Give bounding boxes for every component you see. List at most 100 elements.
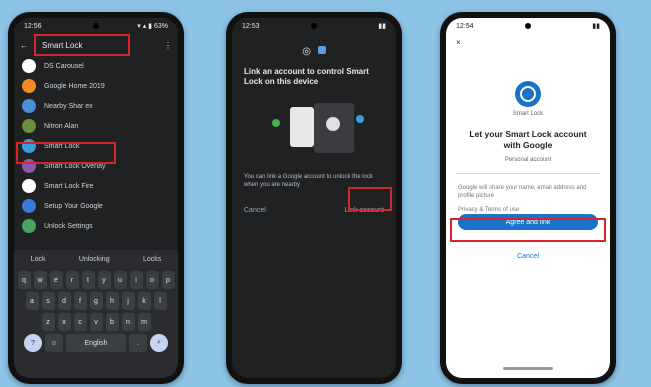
status-icons: ▮▮ [592, 23, 600, 30]
key[interactable]: z [41, 313, 55, 331]
camera-device-image [326, 117, 340, 131]
key[interactable]: x [57, 313, 71, 331]
app-list-item[interactable]: Nearby Shar ex [14, 96, 178, 116]
key[interactable]: d [57, 292, 71, 310]
key[interactable]: o [145, 271, 159, 289]
app-icon [22, 179, 36, 193]
info-text: Google will share your name, email addre… [458, 185, 587, 199]
status-time: 12:53 [242, 22, 260, 30]
status-icons: ▾ ▴ ▮ 63% [137, 23, 168, 30]
back-arrow-icon[interactable]: ← [20, 41, 28, 50]
key[interactable]: n [121, 313, 135, 331]
suggestion[interactable]: Locks [143, 256, 161, 263]
app-list-item[interactable]: Smart Lock Fire [14, 176, 178, 196]
keyboard-row: ? ☺ English . ⌕ [14, 334, 178, 352]
key[interactable]: f [73, 292, 87, 310]
lock-device-image [290, 107, 314, 147]
key[interactable]: l [153, 292, 167, 310]
front-camera [525, 23, 531, 29]
keyboard-row: asdfghjkl [14, 292, 178, 310]
emoji-key[interactable]: ☺ [45, 334, 63, 352]
app-icon [22, 79, 36, 93]
app-icon [22, 119, 36, 133]
app-label: Unlock Settings [44, 222, 93, 230]
highlight-link-button [348, 187, 392, 211]
cancel-link[interactable]: Cancel [446, 253, 610, 260]
key[interactable]: e [49, 271, 63, 289]
highlight-search [34, 34, 130, 56]
front-camera [311, 23, 317, 29]
dot-image [356, 115, 364, 123]
app-icon [22, 59, 36, 73]
privacy-link[interactable]: Privacy & Terms of use [446, 206, 610, 214]
phone-link-account: 12:53 ▮▮ ◎ Link an account to control Sm… [226, 12, 402, 384]
phone-app-search: 12:56 ▾ ▴ ▮ 63% ← Smart Lock ⋮ DS Carous… [8, 12, 184, 384]
key[interactable]: t [81, 271, 95, 289]
key[interactable]: h [105, 292, 119, 310]
keyboard-row: zxcvbnm [14, 313, 178, 331]
status-icons: ▮▮ [378, 23, 386, 30]
gesture-bar [503, 367, 553, 370]
app-label: Nearby Shar ex [44, 102, 93, 110]
close-icon[interactable]: × [446, 34, 610, 51]
illustration [252, 97, 376, 163]
account-chip[interactable]: Personal account [446, 157, 610, 163]
period-key[interactable]: . [129, 334, 147, 352]
app-label: Setup Your Google [44, 202, 103, 210]
divider [456, 173, 600, 174]
more-icon[interactable]: ⋮ [164, 41, 172, 50]
screen: 12:56 ▾ ▴ ▮ 63% ← Smart Lock ⋮ DS Carous… [14, 18, 178, 378]
front-camera [93, 23, 99, 29]
app-list-item[interactable]: Nitron Alan [14, 116, 178, 136]
phone-google-consent: 12:54 ▮▮ × Smart Lock Let your Smart Loc… [440, 12, 616, 384]
app-list-item[interactable]: Google Home 2019 [14, 76, 178, 96]
cancel-button[interactable]: Cancel [244, 207, 266, 214]
app-list-item[interactable]: DS Carousel [14, 56, 178, 76]
space-key[interactable]: English [66, 334, 126, 352]
symbols-key[interactable]: ? [24, 334, 42, 352]
search-key-icon[interactable]: ⌕ [150, 334, 168, 352]
key[interactable]: s [41, 292, 55, 310]
key[interactable]: u [113, 271, 127, 289]
key[interactable]: m [137, 313, 151, 331]
highlight-smart-lock [16, 142, 116, 164]
key[interactable]: b [105, 313, 119, 331]
status-time: 12:54 [456, 22, 474, 30]
suggestion[interactable]: Lock [31, 256, 46, 263]
app-list-item[interactable]: Setup Your Google [14, 196, 178, 216]
key[interactable]: r [65, 271, 79, 289]
app-label: Google Home 2019 [44, 82, 105, 90]
key[interactable]: w [33, 271, 47, 289]
page-title: Link an account to control Smart Lock on… [244, 67, 369, 86]
key[interactable]: g [89, 292, 103, 310]
key[interactable]: v [89, 313, 103, 331]
page-title: Let your Smart Lock account with Google [469, 129, 587, 150]
keyboard-suggestions: Lock Unlocking Locks [14, 250, 178, 268]
header-icons: ◎ [232, 46, 396, 57]
suggestion[interactable]: Unlocking [79, 256, 110, 263]
app-label: Smart Lock Fire [44, 182, 94, 190]
app-label: DS Carousel [44, 62, 84, 70]
key[interactable]: q [17, 271, 31, 289]
google-home-icon: ◎ [302, 46, 311, 57]
key[interactable]: i [129, 271, 143, 289]
screen: 12:54 ▮▮ × Smart Lock Let your Smart Loc… [446, 18, 610, 378]
app-icon [22, 199, 36, 213]
app-icon [317, 46, 326, 54]
key[interactable]: p [161, 271, 175, 289]
app-label: Smart Lock [512, 111, 544, 117]
highlight-agree-button [450, 218, 606, 242]
app-list-item[interactable]: Unlock Settings [14, 216, 178, 236]
app-icon [22, 219, 36, 233]
key[interactable]: j [121, 292, 135, 310]
smart-lock-logo-icon [515, 81, 541, 107]
keyboard: Lock Unlocking Locks qwertyuiop asdfghjk… [14, 250, 178, 378]
dot-image [272, 119, 280, 127]
app-label: Nitron Alan [44, 122, 79, 130]
key[interactable]: a [25, 292, 39, 310]
keyboard-row: qwertyuiop [14, 271, 178, 289]
key[interactable]: y [97, 271, 111, 289]
key[interactable]: k [137, 292, 151, 310]
key[interactable]: c [73, 313, 87, 331]
status-time: 12:56 [24, 22, 42, 30]
